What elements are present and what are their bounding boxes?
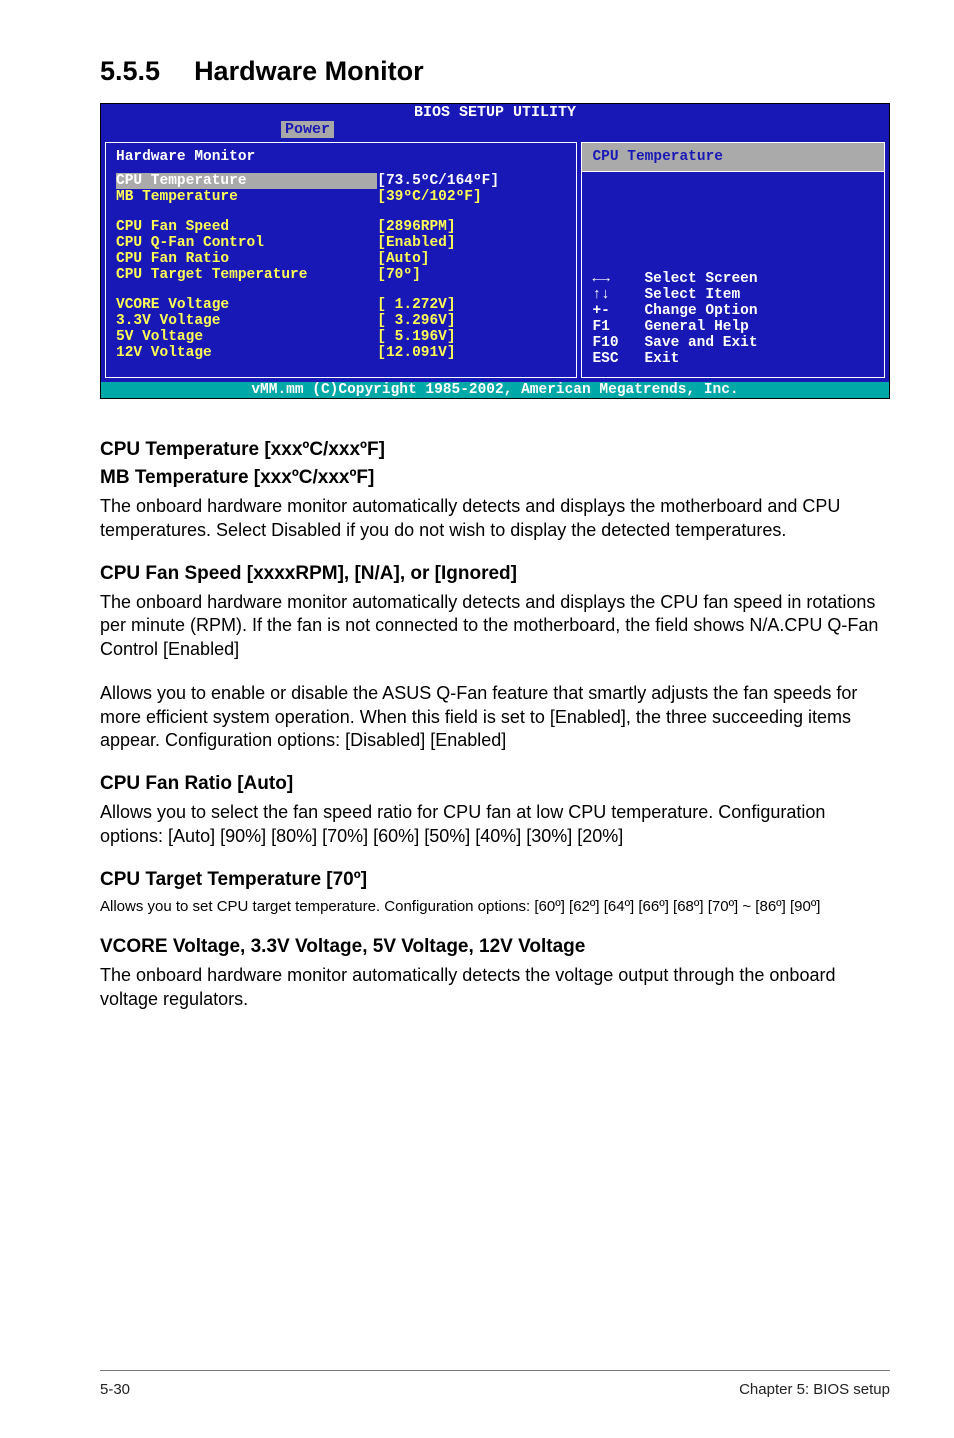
bios-setting-row: 5V Voltage[ 5.196V]: [116, 329, 566, 345]
bios-setting-label: CPU Target Temperature: [116, 267, 377, 283]
bios-nav-row: F10Save and Exit: [592, 335, 874, 351]
body-paragraph: The onboard hardware monitor automatical…: [100, 591, 890, 662]
bios-setting-value: [73.5ºC/164ºF]: [377, 173, 566, 189]
subheading: VCORE Voltage, 3.3V Voltage, 5V Voltage,…: [100, 936, 890, 958]
bios-setting-value: [12.091V]: [377, 345, 566, 361]
bios-setting-value: [2896RPM]: [377, 219, 566, 235]
bios-setting-label: VCORE Voltage: [116, 297, 377, 313]
bios-setting-label: CPU Q-Fan Control: [116, 235, 377, 251]
doc-section: VCORE Voltage, 3.3V Voltage, 5V Voltage,…: [100, 936, 890, 1012]
bios-setting-row: CPU Temperature[73.5ºC/164ºF]: [116, 173, 566, 189]
bios-setting-row: CPU Fan Ratio[Auto]: [116, 251, 566, 267]
bios-setting-value: [ 3.296V]: [377, 313, 566, 329]
bios-nav-key: ESC: [592, 351, 644, 367]
bios-help-title: CPU Temperature: [582, 143, 884, 172]
bios-nav-row: ↑↓Select Item: [592, 287, 874, 303]
bios-nav-row: ESCExit: [592, 351, 874, 367]
bios-setting-label: CPU Fan Ratio: [116, 251, 377, 267]
bios-setting-label: 5V Voltage: [116, 329, 377, 345]
bios-nav-desc: Select Screen: [644, 271, 757, 287]
bios-setting-label: 3.3V Voltage: [116, 313, 377, 329]
bios-setting-label: 12V Voltage: [116, 345, 377, 361]
chapter-label: Chapter 5: BIOS setup: [739, 1381, 890, 1398]
bios-left-panel: Hardware Monitor CPU Temperature[73.5ºC/…: [105, 142, 577, 378]
bios-setting-value: [Enabled]: [377, 235, 566, 251]
body-paragraph: Allows you to select the fan speed ratio…: [100, 801, 890, 849]
bios-nav-row: +-Change Option: [592, 303, 874, 319]
bios-nav-desc: Save and Exit: [644, 335, 757, 351]
bios-setting-value: [ 5.196V]: [377, 329, 566, 345]
bios-nav-key: +-: [592, 303, 644, 319]
subheading: MB Temperature [xxxºC/xxxºF]: [100, 467, 890, 489]
bios-nav-desc: Change Option: [644, 303, 757, 319]
bios-nav-desc: Exit: [644, 351, 679, 367]
doc-section: CPU Target Temperature [70º] Allows you t…: [100, 869, 890, 917]
page-section-title: 5.5.5 Hardware Monitor: [100, 56, 890, 87]
bios-setting-value: [Auto]: [377, 251, 566, 267]
bios-nav-row: F1General Help: [592, 319, 874, 335]
bios-nav-key: ↑↓: [592, 287, 644, 303]
doc-section: CPU Fan Ratio [Auto] Allows you to select…: [100, 773, 890, 849]
bios-title: BIOS SETUP UTILITY: [101, 104, 889, 121]
subheading: CPU Fan Ratio [Auto]: [100, 773, 890, 795]
subheading: CPU Target Temperature [70º]: [100, 869, 890, 891]
bios-setting-value: [ 1.272V]: [377, 297, 566, 313]
doc-section: CPU Temperature [xxxºC/xxxºF] MB Temperat…: [100, 439, 890, 543]
body-paragraph: Allows you to enable or disable the ASUS…: [100, 682, 890, 753]
bios-setting-row: CPU Fan Speed[2896RPM]: [116, 219, 566, 235]
bios-setting-label: CPU Fan Speed: [116, 219, 377, 235]
body-paragraph: The onboard hardware monitor automatical…: [100, 964, 890, 1012]
page-footer: 5-30 Chapter 5: BIOS setup: [100, 1370, 890, 1398]
bios-nav-key: F10: [592, 335, 644, 351]
bios-setting-value: [39ºC/102ºF]: [377, 189, 566, 205]
bios-setting-row: MB Temperature[39ºC/102ºF]: [116, 189, 566, 205]
subheading: CPU Fan Speed [xxxxRPM], [N/A], or [Igno…: [100, 563, 890, 585]
bios-tab-row: Power: [101, 121, 889, 138]
bios-setting-label: CPU Temperature: [116, 173, 377, 189]
page-number: 5-30: [100, 1381, 130, 1398]
bios-nav-key: ←→: [592, 271, 644, 287]
bios-footer: vMM.mm (C)Copyright 1985-2002, American …: [101, 382, 889, 398]
bios-tab-power: Power: [281, 121, 334, 138]
bios-setting-row: CPU Q-Fan Control[Enabled]: [116, 235, 566, 251]
body-paragraph: Allows you to set CPU target temperature…: [100, 897, 890, 917]
bios-left-title: Hardware Monitor: [116, 149, 566, 165]
bios-nav-key: F1: [592, 319, 644, 335]
section-number: 5.5.5: [100, 56, 160, 87]
bios-nav-desc: General Help: [644, 319, 748, 335]
bios-setting-row: 3.3V Voltage[ 3.296V]: [116, 313, 566, 329]
bios-setting-row: VCORE Voltage[ 1.272V]: [116, 297, 566, 313]
bios-setting-row: CPU Target Temperature[70º]: [116, 267, 566, 283]
body-paragraph: The onboard hardware monitor automatical…: [100, 495, 890, 543]
bios-nav-row: ←→Select Screen: [592, 271, 874, 287]
subheading: CPU Temperature [xxxºC/xxxºF]: [100, 439, 890, 461]
bios-setting-value: [70º]: [377, 267, 566, 283]
doc-section: CPU Fan Speed [xxxxRPM], [N/A], or [Igno…: [100, 563, 890, 754]
bios-screenshot: BIOS SETUP UTILITY Power Hardware Monito…: [100, 103, 890, 399]
bios-setting-label: MB Temperature: [116, 189, 377, 205]
bios-help-panel: CPU Temperature ←→Select Screen↑↓Select …: [581, 142, 885, 378]
section-text: Hardware Monitor: [194, 56, 424, 87]
bios-nav-desc: Select Item: [644, 287, 740, 303]
bios-setting-row: 12V Voltage[12.091V]: [116, 345, 566, 361]
